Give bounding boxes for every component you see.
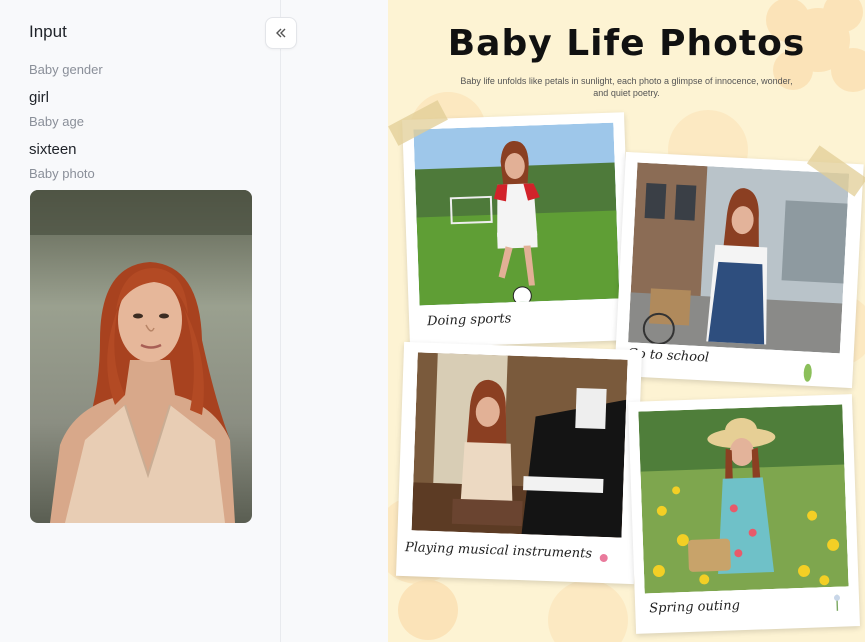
photo-card-music[interactable]: Playing musical instruments: [395, 341, 643, 585]
gender-value: girl: [29, 89, 50, 106]
caption-spring: Spring outing: [648, 598, 741, 617]
flower-icon: [599, 554, 608, 563]
photo-label: Baby photo: [29, 166, 95, 181]
collapse-panel-button[interactable]: [265, 17, 297, 49]
result-poster[interactable]: Baby Life Photos Baby life unfolds like …: [388, 0, 865, 642]
poster-subtitle: Baby life unfolds like petals in sunligh…: [460, 76, 793, 98]
poster-title: Baby Life Photos: [447, 23, 806, 64]
caption-music: Playing musical instruments: [404, 540, 593, 562]
input-panel: Input Baby gender girl Baby age sixteen …: [0, 0, 280, 642]
flower-icon: [833, 594, 840, 611]
gender-label: Baby gender: [29, 62, 103, 77]
caption-sports: Doing sports: [426, 311, 512, 330]
age-label: Baby age: [29, 114, 84, 129]
middle-gutter: [281, 0, 388, 642]
age-value: sixteen: [29, 141, 77, 158]
music-photo: [411, 352, 628, 538]
sports-photo: [413, 122, 620, 306]
school-photo: [628, 162, 850, 354]
photo-card-sports[interactable]: Doing sports: [402, 112, 632, 348]
double-chevron-left-icon: [276, 28, 286, 38]
spring-photo: [638, 404, 849, 594]
baby-photo-thumbnail[interactable]: [30, 190, 252, 523]
photo-card-spring[interactable]: Spring outing: [628, 394, 860, 634]
plant-icon: [803, 363, 812, 382]
panel-title: Input: [29, 22, 67, 41]
photo-card-school[interactable]: Go to school: [614, 151, 864, 389]
